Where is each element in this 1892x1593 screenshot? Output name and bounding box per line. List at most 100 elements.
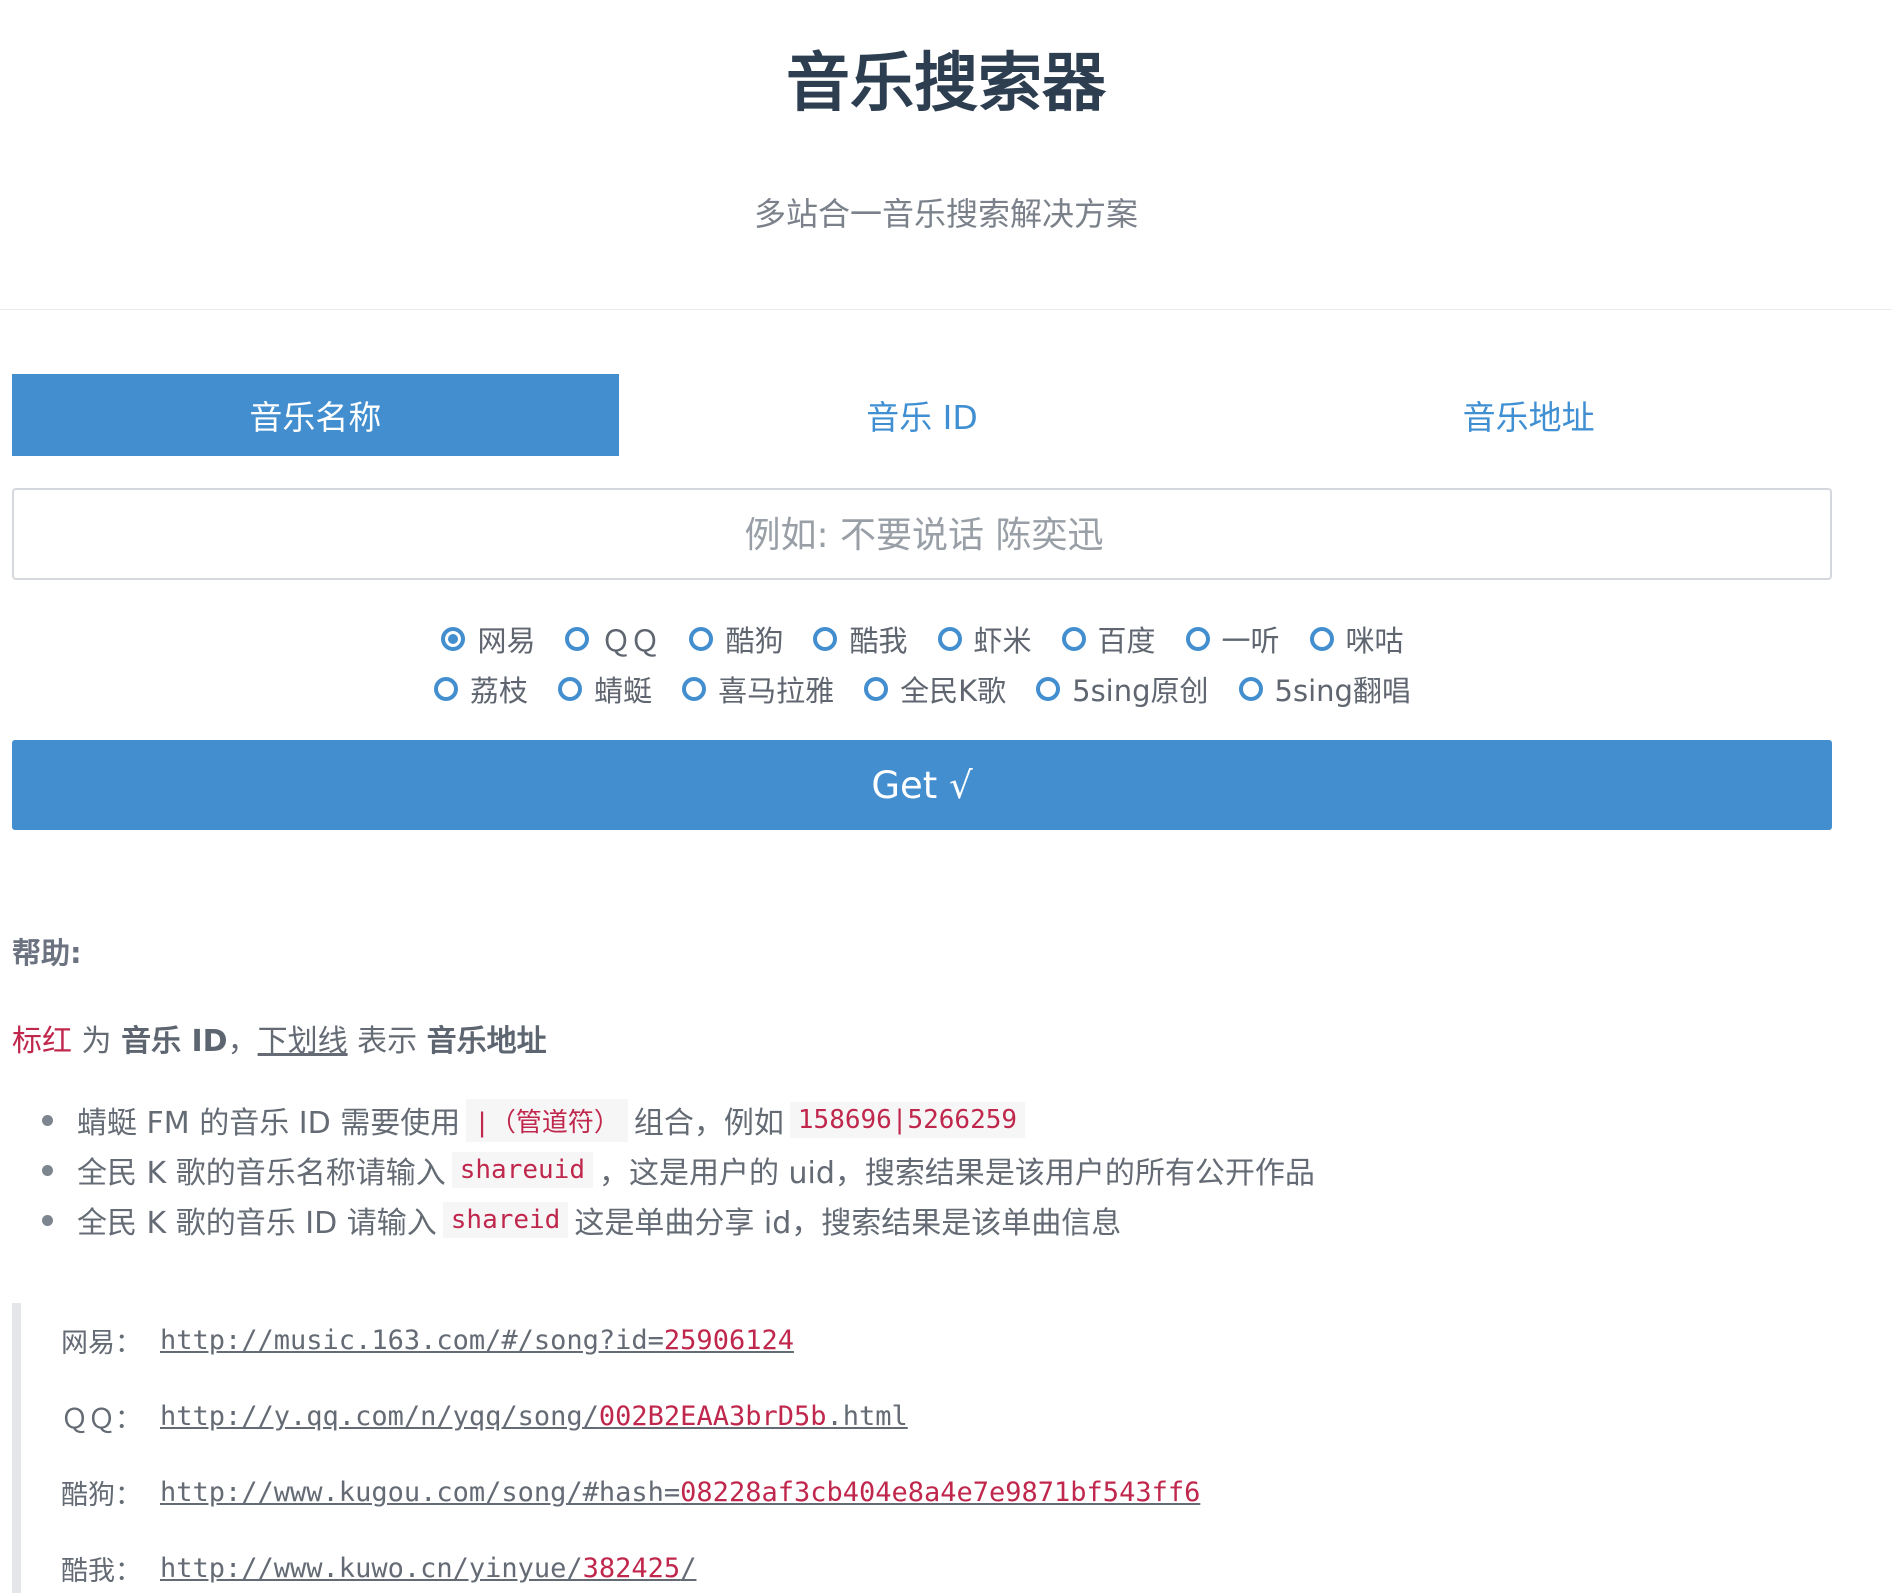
source-option-xiami[interactable]: 虾米 <box>937 618 1032 660</box>
legend-text: 表示 <box>347 1024 427 1059</box>
link-id: 25906124 <box>663 1325 794 1356</box>
source-label: 百度 <box>1097 624 1156 658</box>
search-input-wrapper <box>12 488 1834 580</box>
radio-icon[interactable] <box>937 627 962 651</box>
example-row-kugou: 酷狗： http://www.kugou.com/song/#hash=0822… <box>61 1473 1200 1512</box>
bullet-icon <box>42 1164 53 1176</box>
link-suffix: .html <box>826 1401 908 1432</box>
example-link[interactable]: http://music.163.com/#/song?id=25906124 <box>160 1325 794 1356</box>
example-label: 网易： <box>61 1328 142 1359</box>
page-subtitle: 多站合一音乐搜索解决方案 <box>753 195 1138 233</box>
search-mode-tabs: 音乐名称 音乐 ID 音乐地址 <box>12 374 1832 456</box>
radio-icon[interactable] <box>1061 627 1086 651</box>
example-row-netease: 网易： http://music.163.com/#/song?id=25906… <box>61 1321 794 1360</box>
radio-icon[interactable] <box>565 627 590 651</box>
legend-underline-label: 下划线 <box>257 1024 348 1059</box>
list-item: 全民 K 歌的音乐 ID 请输入 shareid 这是单曲分享 id，搜索结果是… <box>40 1195 1315 1245</box>
help-text: 这是单曲分享 id，搜索结果是该单曲信息 <box>574 1206 1122 1241</box>
legend-red-label: 标红 <box>12 1024 72 1059</box>
link-id: 382425 <box>582 1553 681 1584</box>
source-option-kugou[interactable]: 酷狗 <box>689 618 783 660</box>
tab-music-id[interactable]: 音乐 ID <box>619 374 1226 456</box>
source-label: 虾米 <box>973 624 1032 658</box>
help-text: 全民 K 歌的音乐 ID 请输入 <box>77 1206 437 1241</box>
help-code: shareid <box>442 1202 569 1238</box>
example-label: 酷狗： <box>61 1480 142 1511</box>
source-option-baidu[interactable]: 百度 <box>1061 618 1156 660</box>
bullet-icon <box>42 1214 53 1226</box>
link-prefix: http://music.163.com/#/song?id= <box>160 1325 664 1356</box>
page-header: 音乐搜索器 多站合一音乐搜索解决方案 <box>0 0 1892 310</box>
page-title: 音乐搜索器 <box>786 47 1106 121</box>
example-link[interactable]: http://www.kuwo.cn/yinyue/382425/ <box>160 1553 696 1584</box>
help-text: 蜻蜓 FM 的音乐 ID 需要使用 <box>77 1106 461 1141</box>
radio-icon[interactable] <box>558 677 583 701</box>
source-option-qq[interactable]: ＱＱ <box>565 618 659 660</box>
source-label: 喜马拉雅 <box>718 674 835 708</box>
source-label: ＱＱ <box>601 624 660 658</box>
legend-url-label: 音乐地址 <box>426 1024 547 1059</box>
source-label: 荔枝 <box>470 674 529 708</box>
source-option-1ting[interactable]: 一听 <box>1185 618 1280 660</box>
link-suffix: / <box>680 1553 697 1584</box>
source-row-1: 网易 ＱＱ 酷狗 酷我 虾米 百度 一听 咪咕 <box>0 614 1845 664</box>
list-item: 蜻蜓 FM 的音乐 ID 需要使用 |（管道符） 组合，例如 158696|52… <box>40 1095 1315 1145</box>
source-option-qingting[interactable]: 蜻蜓 <box>558 668 652 710</box>
source-label: 5sing原创 <box>1072 674 1209 708</box>
legend-id-label: 音乐 ID <box>121 1024 228 1059</box>
source-option-kuwo[interactable]: 酷我 <box>813 618 908 660</box>
help-list: 蜻蜓 FM 的音乐 ID 需要使用 |（管道符） 组合，例如 158696|52… <box>40 1095 1315 1245</box>
source-option-ximalaya[interactable]: 喜马拉雅 <box>682 668 834 710</box>
legend-text: ， <box>227 1024 258 1059</box>
source-option-migu[interactable]: 咪咕 <box>1309 618 1404 660</box>
link-id: 08228af3cb404e8a4e7e9871bf543ff6 <box>680 1477 1201 1508</box>
url-examples: 网易： http://music.163.com/#/song?id=25906… <box>12 1303 1861 1593</box>
search-input[interactable] <box>14 490 1834 580</box>
tab-music-name[interactable]: 音乐名称 <box>12 374 619 456</box>
help-legend: 标红 为 音乐 ID，下划线 表示 音乐地址 <box>12 1016 547 1060</box>
radio-checked-icon[interactable] <box>441 627 466 651</box>
help-text: 全民 K 歌的音乐名称请输入 <box>77 1156 446 1191</box>
source-label: 咪咕 <box>1345 624 1404 658</box>
source-label: 网易 <box>477 624 536 658</box>
source-row-2: 荔枝 蜻蜓 喜马拉雅 全民K歌 5sing原创 5sing翻唱 <box>0 664 1845 714</box>
source-label: 蜻蜓 <box>594 674 653 708</box>
link-prefix: http://y.qq.com/n/yqq/song/ <box>160 1401 599 1432</box>
list-item: 全民 K 歌的音乐名称请输入 shareuid ，这是用户的 uid，搜索结果是… <box>40 1145 1315 1195</box>
radio-icon[interactable] <box>813 627 838 651</box>
help-text: 组合，例如 <box>633 1106 784 1141</box>
source-option-netease[interactable]: 网易 <box>441 618 535 660</box>
radio-icon[interactable] <box>1238 677 1263 701</box>
source-option-5sing-cover[interactable]: 5sing翻唱 <box>1238 668 1411 710</box>
get-button[interactable]: Get √ <box>12 740 1832 830</box>
radio-icon[interactable] <box>682 677 707 701</box>
link-id: 002B2EAA3brD5b <box>598 1401 827 1432</box>
radio-icon[interactable] <box>1036 677 1061 701</box>
example-label: 酷我： <box>61 1556 142 1587</box>
source-label: 一听 <box>1221 624 1280 658</box>
bullet-icon <box>42 1114 53 1126</box>
legend-text: 为 <box>72 1024 122 1059</box>
tab-music-url[interactable]: 音乐地址 <box>1225 374 1832 456</box>
source-label: 5sing翻唱 <box>1274 674 1411 708</box>
radio-icon[interactable] <box>434 677 459 701</box>
source-option-lizhi[interactable]: 荔枝 <box>434 668 528 710</box>
example-label: ＱＱ： <box>61 1404 142 1435</box>
help-code: |（管道符） <box>466 1098 628 1142</box>
example-link[interactable]: http://www.kugou.com/song/#hash=08228af3… <box>160 1477 1200 1508</box>
source-selector: 网易 ＱＱ 酷狗 酷我 虾米 百度 一听 咪咕 荔枝 蜻蜓 喜马拉雅 全民K歌 … <box>0 614 1845 714</box>
source-label: 酷狗 <box>725 624 784 658</box>
help-text: ，这是用户的 uid，搜索结果是该用户的所有公开作品 <box>598 1156 1315 1191</box>
radio-icon[interactable] <box>689 627 714 651</box>
source-option-kg[interactable]: 全民K歌 <box>864 668 1006 710</box>
help-title: 帮助: <box>12 936 82 970</box>
help-code: shareuid <box>451 1152 593 1188</box>
help-code: 158696|5266259 <box>789 1102 1026 1138</box>
example-link[interactable]: http://y.qq.com/n/yqq/song/002B2EAA3brD5… <box>160 1401 908 1432</box>
radio-icon[interactable] <box>1185 627 1210 651</box>
radio-icon[interactable] <box>864 677 889 701</box>
example-row-qq: ＱＱ： http://y.qq.com/n/yqq/song/002B2EAA3… <box>61 1397 908 1436</box>
radio-icon[interactable] <box>1309 627 1334 651</box>
example-row-kuwo: 酷我： http://www.kuwo.cn/yinyue/382425/ <box>61 1549 696 1588</box>
source-option-5sing-original[interactable]: 5sing原创 <box>1036 668 1209 710</box>
